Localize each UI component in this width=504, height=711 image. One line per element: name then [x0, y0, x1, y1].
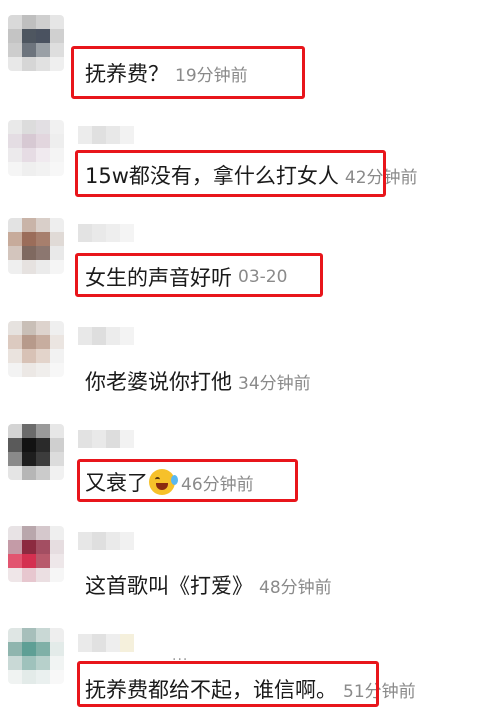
- comment-body: 抚养费都给不起，谁信啊。 51分钟前: [85, 674, 416, 704]
- comment-time: 46分钟前: [181, 474, 254, 495]
- comment-time: 42分钟前: [344, 167, 418, 188]
- avatar[interactable]: [8, 526, 64, 582]
- avatar[interactable]: [8, 15, 64, 71]
- comment-time: 51分钟前: [343, 681, 416, 702]
- comment-text: 这首歌叫《打爱》: [85, 574, 253, 598]
- avatar[interactable]: [8, 321, 64, 377]
- avatar[interactable]: [8, 628, 64, 684]
- nickname[interactable]: [78, 634, 134, 652]
- comment-body: 你老婆说你打他 34分钟前: [85, 366, 311, 396]
- comment-text: 你老婆说你打他: [85, 370, 232, 394]
- laughing-crying-emoji-icon: [149, 469, 178, 495]
- nickname[interactable]: [78, 327, 134, 345]
- comment-time: 19分钟前: [175, 65, 248, 86]
- comment-text: 15w都没有，拿什么打女人: [85, 164, 339, 188]
- comment-time: 03-20: [238, 267, 288, 287]
- more-indicator: ···: [172, 652, 189, 668]
- comment-body: 女生的声音好听 03-20: [85, 262, 287, 292]
- comment-body: 抚养费？ 19分钟前: [85, 58, 248, 88]
- comment-text: 抚养费？: [85, 62, 169, 86]
- comment-text: 抚养费都给不起，谁信啊。: [85, 678, 337, 702]
- comment-text: 女生的声音好听: [85, 266, 232, 290]
- comment-time: 48分钟前: [259, 577, 332, 598]
- nickname[interactable]: [78, 532, 134, 550]
- avatar[interactable]: [8, 218, 64, 274]
- avatar[interactable]: [8, 424, 64, 480]
- comment-time: 34分钟前: [238, 373, 311, 394]
- comment-body: 又衰了 46分钟前: [85, 467, 254, 497]
- comment-body: 15w都没有，拿什么打女人 42分钟前: [85, 160, 418, 190]
- comment-body: 这首歌叫《打爱》 48分钟前: [85, 570, 332, 600]
- nickname[interactable]: [78, 430, 134, 448]
- avatar[interactable]: [8, 120, 64, 176]
- nickname[interactable]: [78, 224, 134, 242]
- comment-text: 又衰了: [85, 471, 148, 495]
- nickname[interactable]: [78, 126, 134, 144]
